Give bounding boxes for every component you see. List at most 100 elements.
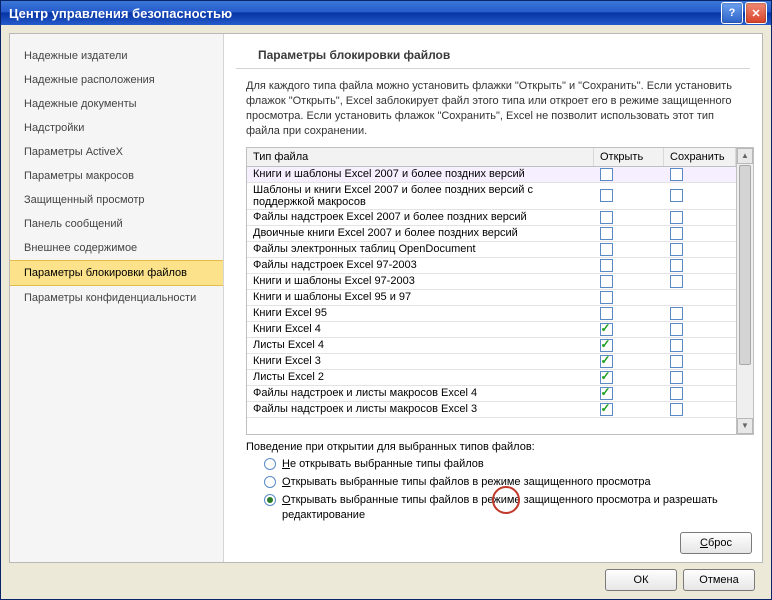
save-checkbox[interactable] (670, 227, 683, 240)
table-row[interactable]: Файлы электронных таблиц OpenDocument (247, 241, 736, 257)
file-type-label: Файлы надстроек и листы макросов Excel 4 (247, 385, 594, 401)
sidebar-item[interactable]: Панель сообщений (10, 212, 223, 236)
open-checkbox[interactable] (600, 339, 613, 352)
save-cell (664, 166, 736, 182)
col-save-header[interactable]: Сохранить (664, 148, 736, 167)
open-checkbox[interactable] (600, 227, 613, 240)
open-checkbox[interactable] (600, 211, 613, 224)
sidebar-item[interactable]: Надежные издатели (10, 44, 223, 68)
save-checkbox[interactable] (670, 403, 683, 416)
open-checkbox[interactable] (600, 243, 613, 256)
save-checkbox[interactable] (670, 355, 683, 368)
radio-label: Открывать выбранные типы файлов в режиме… (282, 493, 740, 522)
save-checkbox[interactable] (670, 259, 683, 272)
save-checkbox[interactable] (670, 387, 683, 400)
open-checkbox[interactable] (600, 323, 613, 336)
titlebar: Центр управления безопасностью ? ✕ (1, 1, 771, 25)
table-row[interactable]: Листы Excel 2 (247, 369, 736, 385)
scroll-thumb[interactable] (739, 165, 751, 365)
sidebar-item[interactable]: Внешнее содержимое (10, 236, 223, 260)
radio-option[interactable]: Не открывать выбранные типы файлов (246, 455, 740, 473)
open-checkbox[interactable] (600, 403, 613, 416)
behavior-label: Поведение при открытии для выбранных тип… (246, 441, 740, 453)
save-checkbox[interactable] (670, 339, 683, 352)
table-row[interactable]: Файлы надстроек Excel 97-2003 (247, 257, 736, 273)
open-cell (594, 166, 664, 182)
scroll-up-icon[interactable]: ▲ (737, 148, 753, 164)
sidebar-item[interactable]: Параметры макросов (10, 164, 223, 188)
table-row[interactable]: Книги Excel 4 (247, 321, 736, 337)
save-checkbox[interactable] (670, 168, 683, 181)
table-row[interactable]: Двоичные книги Excel 2007 и более поздни… (247, 225, 736, 241)
table-row[interactable]: Книги Excel 3 (247, 353, 736, 369)
reset-button[interactable]: Сброс (680, 532, 752, 554)
table-row[interactable]: Шаблоны и книги Excel 2007 и более поздн… (247, 182, 736, 209)
open-checkbox[interactable] (600, 387, 613, 400)
open-checkbox[interactable] (600, 307, 613, 320)
radio-label: Открывать выбранные типы файлов в режиме… (282, 475, 651, 489)
save-checkbox[interactable] (670, 211, 683, 224)
save-cell (664, 209, 736, 225)
save-checkbox[interactable] (670, 307, 683, 320)
file-type-label: Книги Excel 4 (247, 321, 594, 337)
col-type-header[interactable]: Тип файла (247, 148, 594, 167)
behavior-group: Поведение при открытии для выбранных тип… (224, 435, 762, 528)
open-checkbox[interactable] (600, 275, 613, 288)
open-cell (594, 241, 664, 257)
open-cell (594, 273, 664, 289)
file-type-label: Файлы надстроек Excel 97-2003 (247, 257, 594, 273)
save-checkbox[interactable] (670, 243, 683, 256)
table-row[interactable]: Книги и шаблоны Excel 97-2003 (247, 273, 736, 289)
save-cell (664, 305, 736, 321)
sidebar-item[interactable]: Параметры ActiveX (10, 140, 223, 164)
scroll-down-icon[interactable]: ▼ (737, 418, 753, 434)
radio-icon[interactable] (264, 494, 276, 506)
file-type-label: Двоичные книги Excel 2007 и более поздни… (247, 225, 594, 241)
open-checkbox[interactable] (600, 168, 613, 181)
table-row[interactable]: Файлы надстроек Excel 2007 и более поздн… (247, 209, 736, 225)
save-checkbox[interactable] (670, 189, 683, 202)
save-cell (664, 289, 736, 305)
table-row[interactable]: Листы Excel 4 (247, 337, 736, 353)
sidebar-item[interactable]: Параметры конфиденциальности (10, 286, 223, 310)
file-type-label: Книги и шаблоны Excel 2007 и более поздн… (247, 166, 594, 182)
help-button[interactable]: ? (721, 2, 743, 24)
open-cell (594, 305, 664, 321)
open-cell (594, 209, 664, 225)
table-row[interactable]: Файлы надстроек и листы макросов Excel 4 (247, 385, 736, 401)
radio-icon[interactable] (264, 458, 276, 470)
sidebar-item[interactable]: Надежные расположения (10, 68, 223, 92)
radio-icon[interactable] (264, 476, 276, 488)
table-row[interactable]: Книги Excel 95 (247, 305, 736, 321)
save-checkbox[interactable] (670, 323, 683, 336)
open-cell (594, 182, 664, 209)
col-open-header[interactable]: Открыть (594, 148, 664, 167)
ok-button[interactable]: ОК (605, 569, 677, 591)
radio-option[interactable]: Открывать выбранные типы файлов в режиме… (246, 491, 740, 524)
open-checkbox[interactable] (600, 291, 613, 304)
open-cell (594, 257, 664, 273)
close-button[interactable]: ✕ (745, 2, 767, 24)
sidebar-item[interactable]: Параметры блокировки файлов (10, 260, 223, 286)
file-type-label: Книги Excel 95 (247, 305, 594, 321)
radio-option[interactable]: Открывать выбранные типы файлов в режиме… (246, 473, 740, 491)
save-checkbox[interactable] (670, 371, 683, 384)
open-checkbox[interactable] (600, 259, 613, 272)
cancel-button[interactable]: Отмена (683, 569, 755, 591)
sidebar-item[interactable]: Надстройки (10, 116, 223, 140)
table-row[interactable]: Книги и шаблоны Excel 95 и 97 (247, 289, 736, 305)
table-row[interactable]: Книги и шаблоны Excel 2007 и более поздн… (247, 166, 736, 182)
window-title: Центр управления безопасностью (9, 6, 721, 21)
open-checkbox[interactable] (600, 189, 613, 202)
save-cell (664, 321, 736, 337)
save-cell (664, 225, 736, 241)
open-checkbox[interactable] (600, 355, 613, 368)
sidebar-item[interactable]: Защищенный просмотр (10, 188, 223, 212)
vertical-scrollbar[interactable]: ▲ ▼ (736, 148, 753, 434)
save-cell (664, 182, 736, 209)
table-row[interactable]: Файлы надстроек и листы макросов Excel 3 (247, 401, 736, 417)
sidebar-item[interactable]: Надежные документы (10, 92, 223, 116)
open-checkbox[interactable] (600, 371, 613, 384)
save-checkbox[interactable] (670, 275, 683, 288)
sidebar: Надежные издателиНадежные расположенияНа… (10, 34, 224, 562)
